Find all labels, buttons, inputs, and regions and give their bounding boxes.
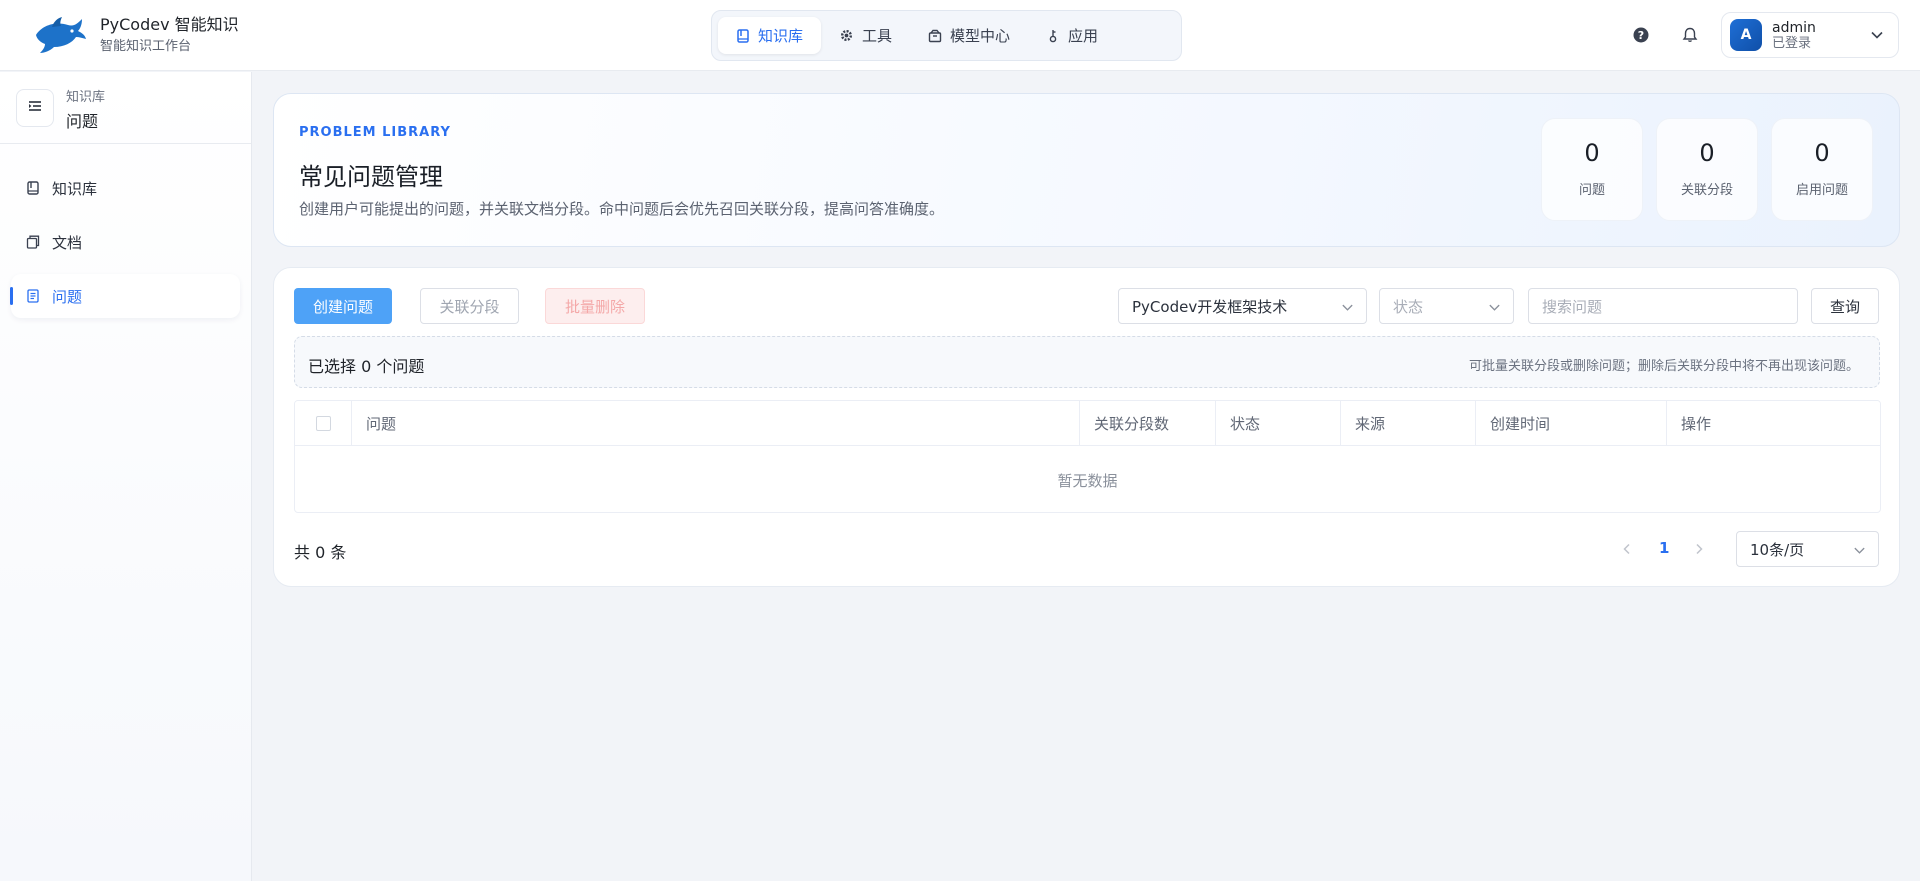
- nav-knowledge-base[interactable]: 知识库: [718, 17, 822, 54]
- stat-value: 0: [1814, 139, 1830, 167]
- chevron-right-icon[interactable]: [1691, 541, 1707, 557]
- sidebar-item-label: 文档: [52, 233, 83, 252]
- status-select-placeholder: 状态: [1393, 297, 1424, 316]
- sidebar-header: 知识库 问题: [0, 72, 251, 144]
- link-segments-button[interactable]: 关联分段: [420, 288, 519, 324]
- sidebar-breadcrumb[interactable]: 知识库: [66, 86, 105, 105]
- chevron-down-icon: [1341, 300, 1354, 318]
- selection-summary: 已选择 0 个问题: [308, 357, 425, 376]
- gear-icon: [839, 28, 854, 43]
- knowledge-base-select-value: PyCodev开发框架技术: [1132, 297, 1288, 316]
- brand-title: PyCodev 智能知识: [100, 15, 239, 34]
- select-all-cell: [295, 401, 351, 446]
- nav-label: 模型中心: [950, 27, 1011, 45]
- selection-hint: 可批量关联分段或删除问题；删除后关联分段中将不再出现该问题。: [1468, 359, 1859, 374]
- page-description: 创建用户可能提出的问题，并关联文档分段。命中问题后会优先召回关联分段，提高问答准…: [299, 200, 945, 218]
- user-status: 已登录: [1772, 35, 1812, 51]
- stat-linked-segments: 0 关联分段: [1656, 118, 1758, 221]
- user-name: admin: [1772, 19, 1816, 36]
- nav-tools[interactable]: 工具: [821, 17, 910, 54]
- stat-questions: 0 问题: [1541, 118, 1643, 221]
- hero-kicker: PROBLEM LIBRARY: [299, 125, 451, 140]
- sidebar-toggle-button[interactable]: [16, 89, 54, 127]
- page-size-value: 10条/页: [1750, 540, 1805, 559]
- batch-delete-button[interactable]: 批量删除: [545, 288, 645, 324]
- questions-panel: 创建问题 关联分段 批量删除 PyCodev开发框架技术 状态 搜索问题 查询 …: [273, 267, 1900, 587]
- avatar: A: [1730, 19, 1762, 51]
- documents-icon: [26, 235, 40, 249]
- create-question-button[interactable]: 创建问题: [294, 288, 392, 324]
- top-nav: 知识库 工具 模型中心 应用: [711, 10, 1182, 61]
- chevron-down-icon: [1853, 543, 1866, 561]
- nav-apps[interactable]: 应用: [1028, 17, 1116, 54]
- chevron-down-icon: [1870, 28, 1884, 46]
- sidebar: 知识库 问题 知识库 文档 问题: [0, 72, 252, 881]
- stat-label: 关联分段: [1680, 183, 1733, 198]
- select-all-checkbox[interactable]: [315, 416, 331, 431]
- nav-label: 知识库: [758, 27, 804, 45]
- pagination-current-page[interactable]: 1: [1659, 539, 1669, 557]
- chevron-down-icon: [1488, 300, 1501, 318]
- query-button[interactable]: 查询: [1811, 288, 1879, 324]
- svg-text:?: ?: [1638, 29, 1644, 42]
- sidebar-item-label: 知识库: [52, 179, 98, 198]
- knowledge-base-select[interactable]: PyCodev开发框架技术: [1118, 288, 1367, 324]
- pagination-total: 共 0 条: [294, 543, 347, 562]
- stat-label: 问题: [1578, 183, 1605, 198]
- brand[interactable]: PyCodev 智能知识 智能知识工作台: [32, 14, 239, 56]
- column-header-created-at[interactable]: 创建时间: [1475, 401, 1666, 446]
- dolphin-logo-icon: [36, 17, 86, 53]
- nav-label: 应用: [1068, 27, 1099, 45]
- key-icon: [1046, 29, 1060, 43]
- column-header-status[interactable]: 状态: [1215, 401, 1340, 446]
- search-input[interactable]: 搜索问题: [1528, 288, 1798, 324]
- stat-value: 0: [1584, 139, 1600, 167]
- status-select[interactable]: 状态: [1379, 288, 1514, 324]
- column-header-linked-count[interactable]: 关联分段数: [1079, 401, 1215, 446]
- nav-label: 工具: [862, 27, 893, 45]
- table-empty-text: 暂无数据: [1057, 471, 1118, 490]
- book-icon: [736, 28, 750, 43]
- help-icon[interactable]: ?: [1630, 24, 1652, 46]
- column-header-question[interactable]: 问题: [351, 401, 1079, 446]
- page-title: 常见问题管理: [299, 163, 443, 191]
- questions-table: 问题 关联分段数 状态 来源 创建时间 操作 暂无数据: [294, 400, 1881, 513]
- sidebar-item-label: 问题: [52, 287, 83, 306]
- book-icon: [26, 181, 40, 195]
- brand-subtitle: 智能知识工作台: [100, 39, 192, 54]
- sidebar-item-knowledge-base[interactable]: 知识库: [11, 166, 240, 210]
- menu-collapse-icon: [28, 100, 42, 116]
- user-menu[interactable]: A admin 已登录: [1721, 12, 1899, 58]
- page-size-select[interactable]: 10条/页: [1736, 531, 1879, 567]
- table-header: 问题 关联分段数 状态 来源 创建时间 操作: [295, 401, 1880, 446]
- top-header: PyCodev 智能知识 智能知识工作台 知识库 工具 模型中心 应用 ? A …: [0, 0, 1920, 71]
- sidebar-item-documents[interactable]: 文档: [11, 220, 240, 264]
- sidebar-title: 问题: [66, 112, 99, 131]
- column-header-source[interactable]: 来源: [1340, 401, 1475, 446]
- hero-card: PROBLEM LIBRARY 常见问题管理 创建用户可能提出的问题，并关联文档…: [273, 93, 1900, 247]
- column-header-actions: 操作: [1666, 401, 1880, 446]
- chevron-left-icon[interactable]: [1619, 541, 1635, 557]
- nav-model-center[interactable]: 模型中心: [910, 17, 1028, 54]
- stat-value: 0: [1699, 139, 1715, 167]
- stat-label: 启用问题: [1795, 183, 1848, 198]
- box-icon: [928, 29, 942, 43]
- selection-bar: 已选择 0 个问题 可批量关联分段或删除问题；删除后关联分段中将不再出现该问题。: [294, 336, 1880, 388]
- bell-icon[interactable]: [1679, 24, 1701, 46]
- search-input-placeholder: 搜索问题: [1542, 297, 1603, 316]
- sidebar-item-questions[interactable]: 问题: [10, 274, 240, 318]
- stat-enabled-questions: 0 启用问题: [1771, 118, 1873, 221]
- list-doc-icon: [26, 289, 40, 303]
